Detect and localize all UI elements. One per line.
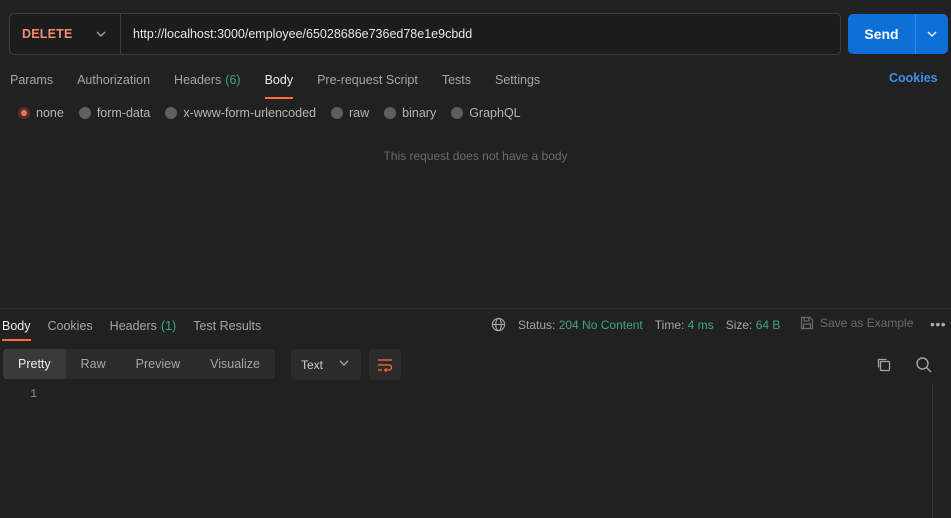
request-url-bar: DELETE: [9, 13, 841, 55]
headers-count-badge: (6): [225, 73, 241, 87]
radio-dot: [18, 107, 30, 119]
chevron-down-icon: [339, 360, 349, 366]
copy-icon[interactable]: [874, 355, 894, 375]
radio-none[interactable]: none: [18, 106, 64, 120]
radio-form-data[interactable]: form-data: [78, 106, 150, 120]
format-label: Text: [301, 357, 324, 372]
size-readout[interactable]: Size: 64 B: [726, 318, 781, 332]
wrap-lines-button[interactable]: [369, 349, 401, 380]
radio-dot: [451, 107, 464, 119]
tab-body[interactable]: Body: [264, 66, 293, 99]
cookies-link[interactable]: Cookies: [889, 71, 938, 85]
status-readout[interactable]: Status: 204 No Content: [518, 318, 643, 332]
radio-dot: [384, 107, 397, 119]
chevron-down-icon: [96, 29, 106, 39]
radio-graphql[interactable]: GraphQL: [451, 106, 521, 120]
view-pretty[interactable]: Pretty: [3, 349, 66, 379]
request-tabs: Params Authorization Headers (6) Body Pre…: [10, 66, 951, 99]
pane-divider[interactable]: [0, 308, 951, 309]
editor-scrollbar[interactable]: [932, 384, 951, 518]
time-value: 4 ms: [687, 317, 714, 332]
radio-dot: [78, 107, 91, 119]
response-tabs: Body Cookies Headers (1) Test Results: [2, 314, 278, 341]
response-body-editor[interactable]: 1: [0, 384, 951, 518]
save-as-example-button[interactable]: Save as Example: [800, 316, 913, 330]
radio-binary[interactable]: binary: [384, 106, 436, 120]
response-tab-headers[interactable]: Headers (1): [110, 314, 177, 338]
view-visualize[interactable]: Visualize: [195, 349, 275, 379]
status-value: 204 No Content: [558, 317, 643, 332]
save-icon: [800, 316, 814, 330]
send-button-label: Send: [864, 26, 899, 42]
radio-dot: [331, 107, 343, 119]
response-view-modes: Pretty Raw Preview Visualize: [3, 349, 275, 379]
empty-body-message: This request does not have a body: [383, 149, 568, 163]
radio-raw[interactable]: raw: [331, 106, 369, 120]
more-options-button[interactable]: •••: [930, 316, 946, 332]
tab-pre-request-script[interactable]: Pre-request Script: [317, 66, 418, 94]
send-button[interactable]: Send: [848, 14, 948, 54]
response-meta: Status: 204 No Content Time: 4 ms Size: …: [491, 317, 792, 332]
response-tab-cookies[interactable]: Cookies: [48, 314, 93, 338]
wrap-lines-icon: [378, 358, 393, 372]
response-tab-test-results[interactable]: Test Results: [193, 314, 261, 338]
view-preview[interactable]: Preview: [121, 349, 195, 379]
response-tab-body[interactable]: Body: [2, 314, 31, 341]
method-select[interactable]: DELETE: [10, 14, 121, 54]
tab-authorization[interactable]: Authorization: [77, 66, 150, 94]
send-dropdown-button[interactable]: [915, 14, 948, 54]
radio-x-www-form-urlencoded[interactable]: x-www-form-urlencoded: [165, 106, 316, 120]
tab-settings[interactable]: Settings: [495, 66, 540, 94]
chevron-down-icon: [927, 31, 937, 37]
response-headers-count-badge: (1): [160, 319, 177, 333]
time-readout[interactable]: Time: 4 ms: [655, 318, 714, 332]
tab-params[interactable]: Params: [10, 66, 53, 94]
line-number: 1: [30, 387, 38, 401]
size-value: 64 B: [755, 317, 781, 332]
method-label: DELETE: [22, 27, 73, 41]
globe-icon[interactable]: [491, 317, 506, 332]
url-input[interactable]: [121, 14, 840, 54]
tab-headers[interactable]: Headers (6): [174, 66, 241, 94]
body-type-options: none form-data x-www-form-urlencoded raw…: [18, 106, 536, 120]
format-select[interactable]: Text: [291, 349, 361, 380]
radio-dot: [165, 107, 178, 119]
view-raw[interactable]: Raw: [66, 349, 121, 379]
tab-tests[interactable]: Tests: [442, 66, 471, 94]
search-icon[interactable]: [914, 355, 934, 375]
